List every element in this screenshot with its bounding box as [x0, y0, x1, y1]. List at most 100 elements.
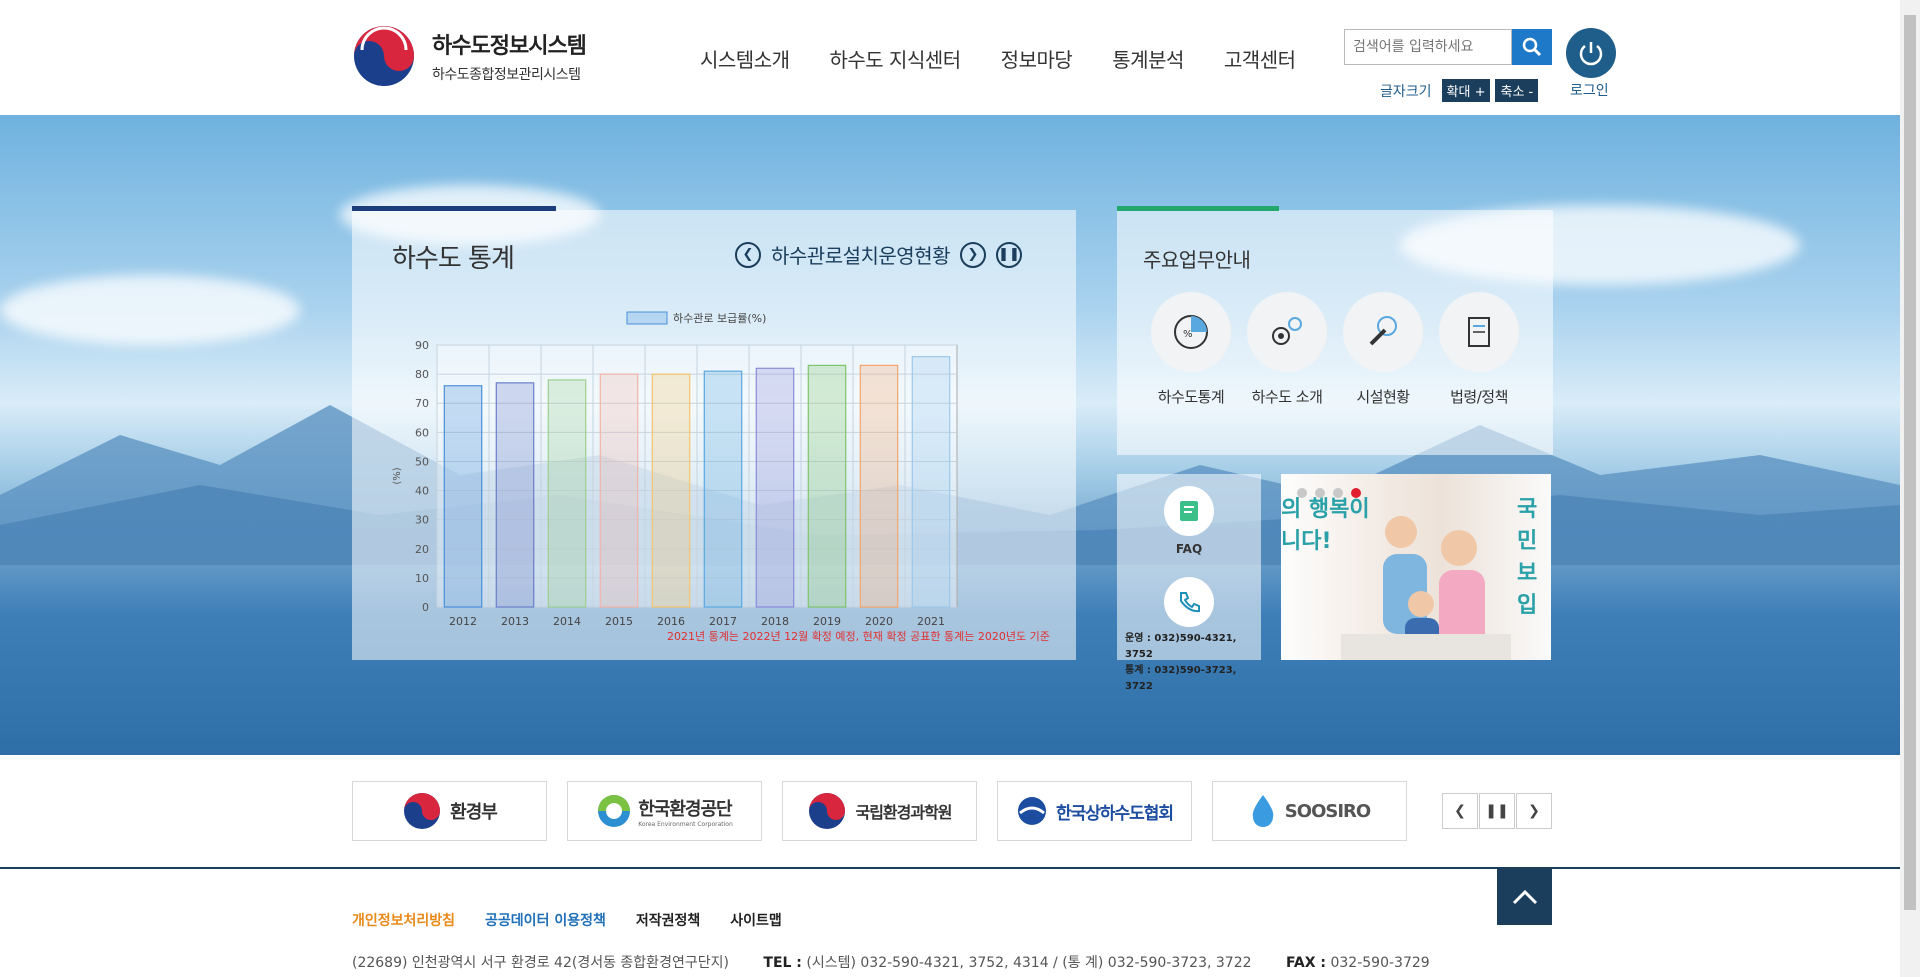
- fax-text: 032-590-3729: [1330, 955, 1430, 971]
- pause-icon: ❚❚: [1485, 803, 1509, 819]
- chevron-left-icon: ❮: [742, 247, 754, 262]
- partner-soosiro[interactable]: SOOSIRO: [1212, 781, 1407, 841]
- bar: [599, 373, 639, 608]
- nav-info-square[interactable]: 정보마당: [1001, 44, 1073, 73]
- y-tick-label: 40: [415, 485, 429, 498]
- partner-ministry-environment[interactable]: 환경부: [352, 781, 547, 841]
- chevron-right-icon: ❯: [1528, 803, 1540, 819]
- y-tick-label: 30: [415, 514, 429, 527]
- banner-text-right: 국민 보입: [1517, 494, 1551, 622]
- biz-accent-bar: [1117, 206, 1279, 211]
- y-tick-label: 10: [415, 572, 429, 585]
- taegeuk-emblem-icon: [354, 26, 414, 86]
- site-logo[interactable]: 하수도정보시스템 하수도종합정보관리시스템: [352, 24, 587, 88]
- partner-subtitle: Korea Environment Corporation: [638, 820, 733, 828]
- pie-chart-icon: %: [1151, 292, 1231, 372]
- bar: [547, 379, 587, 608]
- faq-icon[interactable]: [1164, 486, 1214, 536]
- biz-label: 하수도통계: [1157, 388, 1225, 406]
- fax-label: FAX :: [1285, 955, 1327, 971]
- partner-keco[interactable]: 한국환경공단 Korea Environment Corporation: [567, 781, 762, 841]
- partner-name: SOOSIRO: [1284, 800, 1371, 822]
- faq-label[interactable]: FAQ: [1117, 542, 1261, 556]
- stats-title: 하수도 통계: [392, 244, 515, 274]
- nav-knowledge-center[interactable]: 하수도 지식센터: [830, 44, 962, 73]
- partner-name: 한국상하수도협회: [1055, 803, 1174, 824]
- footer-divider: [0, 867, 1900, 869]
- partner-nier[interactable]: 국립환경과학원: [782, 781, 977, 841]
- document-icon: [1439, 292, 1519, 372]
- footer-link-sitemap[interactable]: 사이트맵: [730, 910, 782, 930]
- biz-items: % 하수도통계 하수도 소개 시설현황 법령/정책: [1143, 292, 1527, 407]
- x-tick-label: 2017: [709, 615, 737, 628]
- family-photo-illustration: [1341, 516, 1511, 660]
- cloud-decoration: [0, 275, 300, 345]
- logo-subtitle: 하수도종합정보관리시스템: [432, 67, 581, 83]
- phone-statistics: 통계 : 032)590-3723, 3722: [1125, 665, 1237, 692]
- nav-system-intro[interactable]: 시스템소개: [700, 44, 790, 73]
- footer-link-copyright[interactable]: 저작권정책: [636, 910, 700, 930]
- stats-subtitle: 하수관로설치운영현황: [771, 244, 951, 268]
- stats-prev-button[interactable]: ❮: [735, 241, 761, 268]
- partner-prev-button[interactable]: ❮: [1442, 793, 1478, 829]
- partner-pause-button[interactable]: ❚❚: [1479, 793, 1515, 829]
- bar: [703, 370, 743, 608]
- biz-item-law-policy[interactable]: 법령/정책: [1431, 292, 1527, 407]
- banner-line: 국민: [1517, 497, 1538, 554]
- support-phones: 운영 : 032)590-4321, 3752 통계 : 032)590-372…: [1125, 631, 1261, 695]
- login-label[interactable]: 로그인: [1570, 80, 1609, 100]
- chevron-up-icon: [1512, 889, 1537, 905]
- partner-name: 환경부: [450, 802, 498, 823]
- footer-address: (22689) 인천광역시 서구 환경로 42(경서동 종합환경연구단지) TE…: [352, 952, 1430, 972]
- stats-note: 2021년 통계는 2022년 12월 확정 예정, 현재 확정 공표한 통계는…: [667, 630, 1050, 643]
- search-button[interactable]: [1512, 29, 1552, 65]
- logo-title: 하수도정보시스템: [432, 34, 587, 59]
- biz-item-intro[interactable]: 하수도 소개: [1239, 292, 1335, 407]
- partner-next-button[interactable]: ❯: [1516, 793, 1552, 829]
- footer-link-public-data[interactable]: 공공데이터 이용정책: [485, 910, 606, 930]
- partner-kwwa[interactable]: 한국상하수도협회: [997, 781, 1192, 841]
- nav-customer-center[interactable]: 고객센터: [1224, 44, 1296, 73]
- font-size-control: 글자크기 확대 + 축소 -: [1380, 79, 1543, 102]
- hero-section: 하수도 통계 ❮ 하수관로설치운영현황 ❯ ❚❚ 0 10 20 30 40 50 60 70…: [0, 115, 1900, 755]
- taegeuk-emblem-icon: [404, 793, 441, 829]
- main-nav: 시스템소개 하수도 지식센터 정보마당 통계분석 고객센터: [700, 44, 1336, 73]
- pause-icon: ❚❚: [998, 247, 1020, 262]
- stats-next-button[interactable]: ❯: [960, 241, 986, 268]
- x-tick-label: 2015: [605, 615, 633, 628]
- x-tick-label: 2012: [449, 615, 477, 628]
- login-button[interactable]: [1566, 28, 1616, 78]
- x-tick-label: 2019: [813, 615, 841, 628]
- bar: [807, 364, 847, 608]
- biz-item-stats[interactable]: % 하수도통계: [1143, 292, 1239, 407]
- nav-statistics[interactable]: 통계분석: [1112, 44, 1184, 73]
- page-scrollbar[interactable]: [1900, 0, 1920, 977]
- taegeuk-emblem-icon: [809, 793, 846, 829]
- font-decrease-button[interactable]: 축소 -: [1495, 79, 1539, 102]
- address-text: (22689) 인천광역시 서구 환경로 42(경서동 종합환경연구단지): [352, 955, 729, 971]
- y-tick-label: 70: [415, 397, 429, 410]
- stats-carousel-nav: ❮ 하수관로설치운영현황 ❯ ❚❚: [735, 240, 1022, 269]
- y-axis-label: (%): [392, 467, 403, 484]
- biz-label: 법령/정책: [1450, 388, 1508, 406]
- partner-links: 환경부 한국환경공단 Korea Environment Corporation…: [352, 781, 1427, 841]
- footer-link-privacy[interactable]: 개인정보처리방침: [352, 910, 455, 930]
- scroll-top-button[interactable]: [1497, 869, 1552, 925]
- font-increase-button[interactable]: 확대 +: [1441, 79, 1491, 102]
- y-tick-label: 50: [415, 455, 429, 468]
- phone-icon: [1164, 577, 1214, 627]
- bar: [651, 373, 691, 608]
- phone-operation: 운영 : 032)590-4321, 3752: [1125, 633, 1237, 660]
- scrollbar-thumb[interactable]: [1904, 15, 1916, 910]
- promo-banner[interactable]: 의 행복이 니다! 국민 보입: [1281, 474, 1551, 660]
- sewer-stats-panel: 하수도 통계 ❮ 하수관로설치운영현황 ❯ ❚❚ 0 10 20 30 40 50 60 70…: [352, 206, 1076, 660]
- x-tick-label: 2020: [865, 615, 893, 628]
- x-tick-label: 2014: [553, 615, 581, 628]
- biz-item-facilities[interactable]: 시설현황: [1335, 292, 1431, 407]
- stats-pause-button[interactable]: ❚❚: [996, 241, 1022, 268]
- y-tick-label: 20: [415, 543, 429, 556]
- stats-accent-bar: [352, 206, 556, 211]
- y-tick-label: 90: [415, 339, 429, 352]
- y-tick-label: 60: [415, 426, 429, 439]
- search-input[interactable]: [1344, 29, 1512, 65]
